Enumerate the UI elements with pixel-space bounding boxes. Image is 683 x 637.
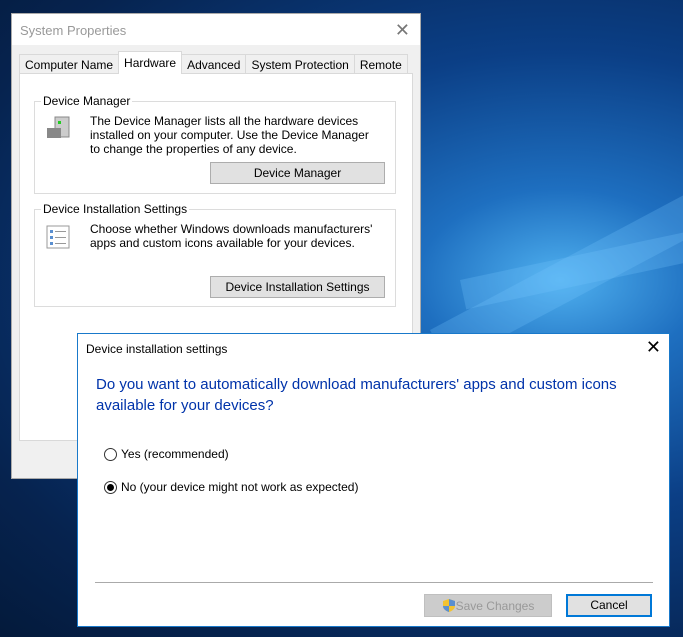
device-manager-icon — [47, 116, 70, 138]
close-icon[interactable]: ✕ — [395, 20, 410, 41]
divider — [95, 582, 653, 583]
dialog-question: Do you want to automatically download ma… — [96, 376, 617, 414]
checklist-icon — [46, 225, 70, 249]
save-label: Save Changes — [455, 598, 535, 613]
device-manager-button[interactable]: Device Manager — [210, 162, 385, 184]
device-manager-group: Device Manager The Device Manager lists … — [34, 94, 396, 194]
tab-remote[interactable]: Remote — [353, 54, 408, 74]
cancel-button[interactable]: Cancel — [566, 594, 652, 617]
tab-system-protection[interactable]: System Protection — [245, 54, 355, 74]
close-icon[interactable]: ✕ — [646, 337, 661, 358]
window-title: System Properties — [12, 14, 420, 45]
radio-circle[interactable] — [104, 447, 117, 461]
radio-label: No (your device might not work as expect… — [121, 480, 359, 494]
dialog-title: Device installation settings — [86, 342, 228, 356]
tab-computer-name[interactable]: Computer Name — [19, 54, 120, 74]
tab-advanced[interactable]: Advanced — [181, 54, 247, 74]
radio-label: Yes (recommended) — [121, 447, 229, 461]
device-installation-group: Device Installation Settings Choose whet… — [34, 202, 396, 307]
device-installation-description: Choose whether Windows downloads manufac… — [90, 222, 373, 250]
device-manager-description: The Device Manager lists all the hardwar… — [90, 114, 369, 156]
radio-circle[interactable] — [104, 480, 117, 494]
device-installation-dialog: Device installation settings ✕ Do you wa… — [77, 333, 670, 627]
radio-yes[interactable]: Yes (recommended) — [104, 447, 229, 461]
group-label: Device Manager — [41, 94, 133, 108]
device-installation-settings-button[interactable]: Device Installation Settings — [210, 276, 385, 298]
group-label: Device Installation Settings — [41, 202, 190, 216]
uac-shield-icon — [442, 599, 455, 612]
tab-hardware[interactable]: Hardware — [118, 51, 183, 74]
save-changes-button[interactable]: Save Changes — [424, 594, 552, 617]
radio-no[interactable]: No (your device might not work as expect… — [104, 480, 358, 494]
